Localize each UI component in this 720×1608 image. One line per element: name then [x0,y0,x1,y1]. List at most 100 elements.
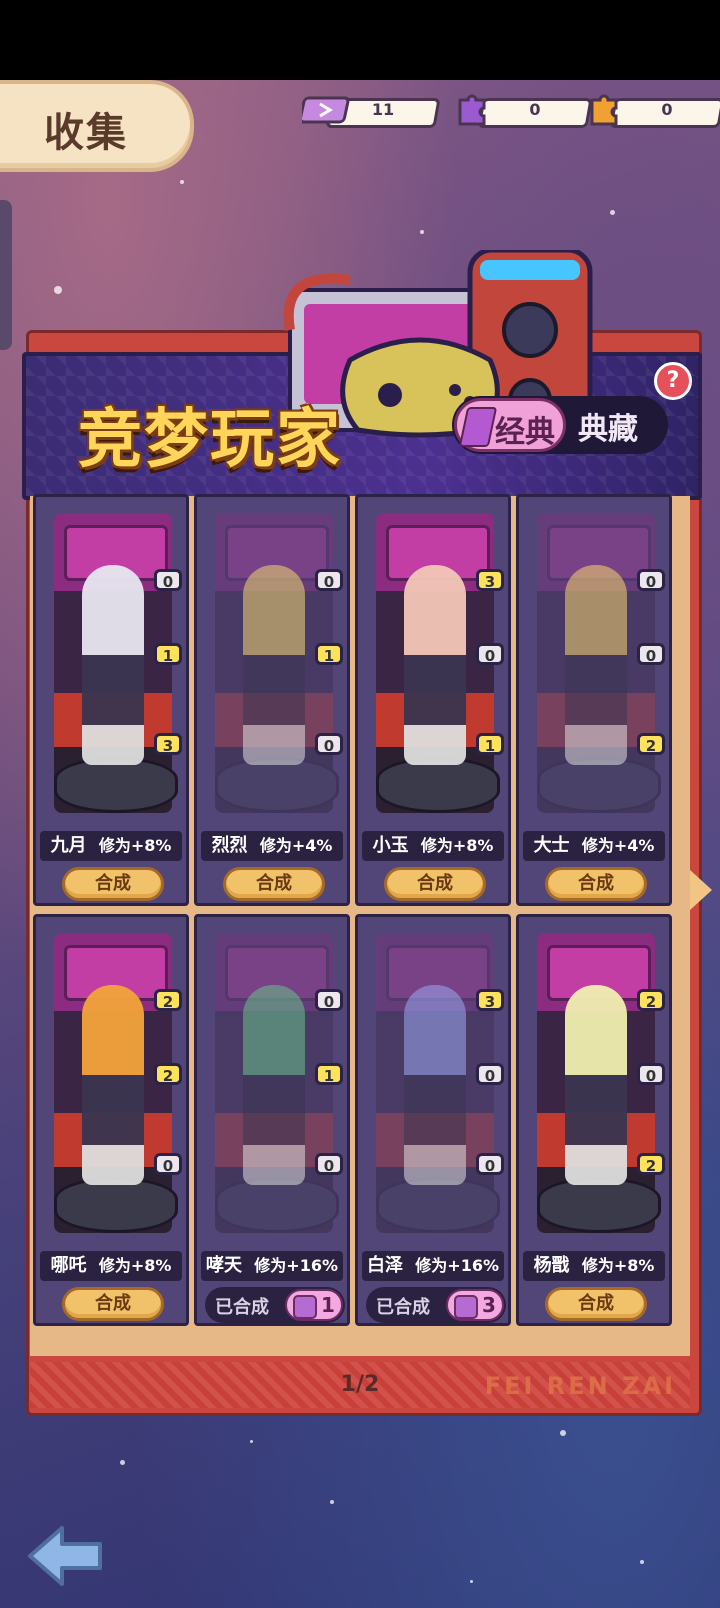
piece-count-badge: 0 [315,569,343,591]
character-name: 杨戬 [533,1255,570,1276]
character-art [364,505,504,825]
bonus-prefix: 修为 [415,1256,448,1275]
character-name: 九月 [50,835,87,856]
character-card[interactable]: 3 0 1 小玉 修为+8% 合成 [355,494,511,906]
bonus-value: +16% [286,1256,338,1275]
character-figure [565,565,627,765]
piece-count-badge: 0 [476,643,504,665]
page-footer: 1/2 FEI REN ZAI [30,1362,690,1408]
toggle-classic[interactable]: 经典 [454,398,566,452]
character-name: 烈烈 [211,835,248,856]
next-page-arrow[interactable] [690,870,712,910]
event-title: 竞梦玩家 [78,403,342,477]
character-label: 大士 修为+4% [523,831,665,861]
character-bonus: 修为+4% [260,836,333,855]
piece-count-badge: 0 [154,1153,182,1175]
bonus-value: +4% [291,836,333,855]
combine-button[interactable]: 合成 [62,1287,164,1321]
card-icon [458,407,498,447]
character-bonus: 修为+16% [254,1256,338,1275]
character-name: 哪吒 [50,1255,87,1276]
piece-count-badge: 1 [154,643,182,665]
collection-tab[interactable]: 收集 [0,80,194,172]
piece-count-badge: 0 [154,569,182,591]
character-name: 小玉 [372,835,409,856]
bonus-prefix: 修为 [420,836,453,855]
combined-status: 已合成 3 [366,1287,506,1323]
bonus-prefix: 修为 [259,836,292,855]
piece-count-badge: 0 [637,643,665,665]
piece-count-badge: 2 [637,989,665,1011]
brand-watermark: FEI REN ZAI [484,1372,676,1400]
character-name: 哮天 [206,1255,242,1276]
character-bonus: 修为+8% [99,1256,172,1275]
character-figure [82,565,144,765]
combined-count-value: 3 [482,1293,496,1317]
piece-count-badge: 2 [637,1153,665,1175]
combine-button[interactable]: 合成 [62,867,164,901]
piece-count-badge: 2 [637,733,665,755]
character-figure [565,985,627,1185]
character-card[interactable]: 0 1 0 哮天 修为+16% 已合成 1 [194,914,350,1326]
combine-button[interactable]: 合成 [545,867,647,901]
combined-count: 3 [446,1289,504,1321]
bonus-value: +8% [130,836,172,855]
toggle-collector[interactable]: 典藏 [578,404,638,448]
piece-count-badge: 3 [154,733,182,755]
character-figure [82,985,144,1185]
resource-purple-value: 0 [529,100,541,119]
character-figure [243,565,305,765]
character-card[interactable]: 0 0 2 大士 修为+4% 合成 [516,494,672,906]
edition-toggle[interactable]: 经典 典藏 [452,396,668,454]
piece-count-badge: 0 [315,733,343,755]
puzzle-piece-icon [454,1295,478,1319]
combine-button[interactable]: 合成 [384,867,486,901]
character-card[interactable]: 0 1 3 九月 修为+8% 合成 [33,494,189,906]
piece-count-badge: 2 [154,989,182,1011]
character-label: 烈烈 修为+4% [201,831,343,861]
piece-count-badge: 0 [637,569,665,591]
combined-count-value: 1 [321,1293,335,1317]
character-art [525,925,665,1245]
orange-puzzle-icon [586,92,622,135]
character-label: 哮天 修为+16% [201,1251,343,1281]
resource-orange-value: 0 [661,100,673,119]
toggle-classic-label: 经典 [495,415,555,450]
piece-count-badge: 2 [154,1063,182,1085]
piece-count-badge: 1 [315,1063,343,1085]
character-art [525,505,665,825]
bonus-prefix: 修为 [254,1256,287,1275]
piece-count-badge: 0 [315,989,343,1011]
back-button[interactable] [26,1524,106,1588]
character-card[interactable]: 0 1 0 烈烈 修为+4% 合成 [194,494,350,906]
ticket-icon [298,92,358,135]
piece-count-badge: 0 [637,1063,665,1085]
piece-count-badge: 1 [315,643,343,665]
character-label: 白泽 修为+16% [362,1251,504,1281]
purple-puzzle-icon [454,92,490,135]
character-art [364,925,504,1245]
character-bonus: 修为+4% [582,836,655,855]
combined-label: 已合成 [376,1297,430,1318]
side-drawer-handle[interactable] [0,200,12,350]
character-bonus: 修为+16% [415,1256,499,1275]
character-card[interactable]: 3 0 0 白泽 修为+16% 已合成 3 [355,914,511,1326]
combine-button[interactable]: 合成 [223,867,325,901]
bonus-value: +8% [613,1256,655,1275]
help-button[interactable]: ? [654,362,692,400]
bonus-prefix: 修为 [98,836,131,855]
bonus-value: +16% [447,1256,499,1275]
character-art [42,505,182,825]
back-arrow-icon [28,1526,102,1586]
combined-label: 已合成 [215,1297,269,1318]
puzzle-piece-icon [293,1295,317,1319]
character-figure [404,565,466,765]
piece-count-badge: 0 [315,1153,343,1175]
character-card[interactable]: 2 2 0 哪吒 修为+8% 合成 [33,914,189,1326]
combined-status: 已合成 1 [205,1287,345,1323]
character-card[interactable]: 2 0 2 杨戬 修为+8% 合成 [516,914,672,1326]
character-bonus: 修为+8% [582,1256,655,1275]
character-figure [404,985,466,1185]
character-art [42,925,182,1245]
combine-button[interactable]: 合成 [545,1287,647,1321]
